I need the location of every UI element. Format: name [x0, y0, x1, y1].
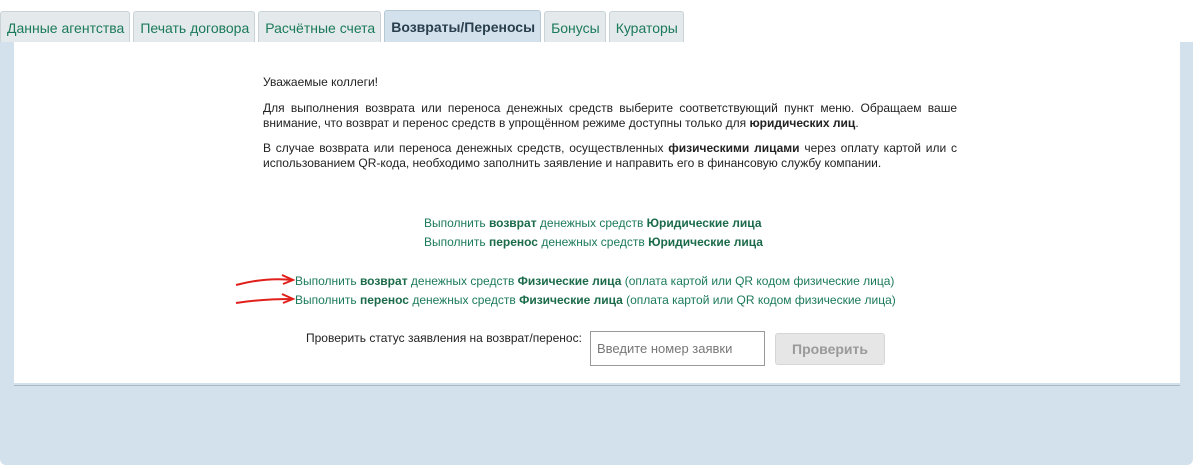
notice-p1-bold: юридических лиц	[749, 116, 856, 130]
tab-bonuses[interactable]: Бонусы	[544, 11, 606, 43]
tab-refunds-transfers[interactable]: Возвраты/Переносы	[384, 10, 542, 43]
application-number-input[interactable]	[590, 331, 765, 366]
notice-greeting: Уважаемые коллеги!	[263, 75, 379, 89]
tab-bar: Данные агентства Печать договора Расчётн…	[0, 9, 687, 43]
transfer-legal-link[interactable]: Выполнить перенос денежных средств Юриди…	[424, 232, 763, 252]
refund-legal-link[interactable]: Выполнить возврат денежных средств Юриди…	[424, 213, 762, 233]
notice-paragraph-1: Для выполнения возврата или переноса ден…	[263, 101, 957, 131]
check-status-button[interactable]: Проверить	[775, 333, 885, 365]
tab-panel: Уважаемые коллеги! Для выполнения возвра…	[0, 42, 1193, 465]
notice-paragraph-2: В случае возврата или переноса денежных …	[263, 141, 957, 171]
tab-curators[interactable]: Кураторы	[608, 11, 684, 43]
refund-individual-link[interactable]: Выполнить возврат денежных средств Физич…	[295, 271, 894, 291]
notice-p2-text: В случае возврата или переноса денежных …	[263, 141, 669, 155]
tab-bank-accounts[interactable]: Расчётные счета	[258, 11, 382, 43]
annotation-arrow-icon	[235, 274, 296, 304]
panel-divider	[14, 385, 1180, 386]
notice-block: Уважаемые коллеги! Для выполнения возвра…	[263, 75, 957, 181]
status-check-label: Проверить статус заявления на возврат/пе…	[306, 331, 582, 345]
transfer-individual-link[interactable]: Выполнить перенос денежных средств Физич…	[295, 290, 896, 310]
tab-agency-data[interactable]: Данные агентства	[0, 11, 131, 43]
notice-p2-bold: физическими лицами	[668, 141, 800, 155]
tab-contract-print[interactable]: Печать договора	[133, 11, 256, 43]
notice-p1-end: .	[855, 116, 859, 130]
